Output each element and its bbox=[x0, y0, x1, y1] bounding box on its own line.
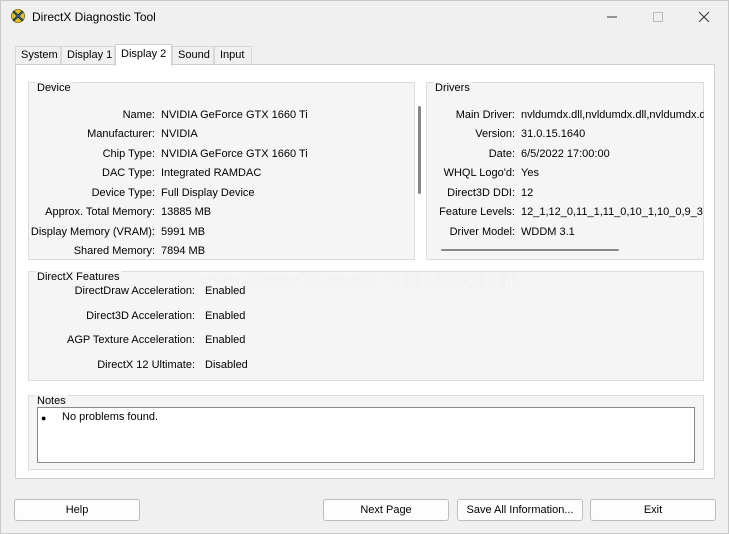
driver-whql-value: Yes bbox=[521, 167, 539, 179]
dxdiag-window: DirectX Diagnostic Tool System Display 1… bbox=[0, 0, 729, 534]
driver-d3d-ddi-label: Direct3D DDI: bbox=[447, 187, 515, 199]
directdraw-acceleration-label: DirectDraw Acceleration: bbox=[74, 285, 195, 297]
driver-whql-label: WHQL Logo'd: bbox=[443, 167, 515, 179]
device-type-label: Device Type: bbox=[91, 187, 155, 199]
device-manufacturer-value: NVIDIA bbox=[161, 128, 198, 140]
device-chip-type-value: NVIDIA GeForce GTX 1660 Ti bbox=[161, 148, 308, 160]
tab-display-2[interactable]: Display 2 bbox=[115, 44, 172, 66]
device-manufacturer-label: Manufacturer: bbox=[87, 128, 155, 140]
directx-12-ultimate-value: Disabled bbox=[205, 359, 248, 371]
close-button[interactable] bbox=[681, 1, 727, 32]
device-chip-type-label: Chip Type: bbox=[102, 148, 155, 160]
bullet-icon: ● bbox=[41, 413, 47, 423]
device-dac-type-value: Integrated RAMDAC bbox=[161, 167, 262, 179]
driver-main-label: Main Driver: bbox=[455, 109, 515, 121]
driver-model-label: Driver Model: bbox=[449, 226, 515, 238]
device-name-label: Name: bbox=[122, 109, 155, 121]
driver-date-label: Date: bbox=[488, 148, 515, 160]
driver-version-value: 31.0.15.1640 bbox=[521, 128, 586, 140]
notes-group-title: Notes bbox=[35, 395, 68, 407]
directx-12-ultimate-label: DirectX 12 Ultimate: bbox=[97, 359, 195, 371]
driver-main-value: nvldumdx.dll,nvldumdx.dll,nvldumdx.dll bbox=[521, 109, 704, 121]
drivers-group-title: Drivers bbox=[433, 82, 472, 94]
next-page-button[interactable]: Next Page bbox=[323, 499, 449, 521]
device-total-memory-label: Approx. Total Memory: bbox=[45, 206, 155, 218]
window-title: DirectX Diagnostic Tool bbox=[32, 10, 156, 24]
minimize-button[interactable] bbox=[589, 1, 635, 32]
driver-date-value: 6/5/2022 17:00:00 bbox=[521, 148, 610, 160]
watermark-text: www.khmer24.com/p7282160508186 bbox=[197, 271, 520, 291]
driver-feature-levels-value: 12_1,12_0,11_1,11_0,10_1,10_0,9_3 bbox=[521, 206, 703, 218]
device-vram-value: 5991 MB bbox=[161, 226, 206, 238]
agp-texture-acceleration-value: Enabled bbox=[205, 334, 246, 346]
device-dac-type-label: DAC Type: bbox=[102, 167, 155, 179]
drivers-group: Drivers Main Driver: nvldumdx.dll,nvldum… bbox=[426, 82, 704, 260]
device-type-value: Full Display Device bbox=[161, 187, 255, 199]
device-group: Device Name: NVIDIA GeForce GTX 1660 Ti … bbox=[28, 82, 421, 260]
save-all-information-button[interactable]: Save All Information... bbox=[457, 499, 583, 521]
minimize-icon bbox=[607, 16, 617, 17]
direct3d-acceleration-label: Direct3D Acceleration: bbox=[86, 310, 195, 322]
note-item: No problems found. bbox=[62, 411, 158, 423]
tab-sound[interactable]: Sound bbox=[172, 46, 214, 64]
device-vram-label: Display Memory (VRAM): bbox=[30, 226, 155, 238]
driver-d3d-ddi-value: 12 bbox=[521, 187, 534, 199]
exit-button[interactable]: Exit bbox=[590, 499, 716, 521]
maximize-icon bbox=[653, 11, 663, 22]
device-name-value: NVIDIA GeForce GTX 1660 Ti bbox=[161, 109, 308, 121]
tab-display-1[interactable]: Display 1 bbox=[61, 46, 115, 64]
notes-textbox[interactable]: ● No problems found. bbox=[37, 407, 695, 463]
directx-icon bbox=[11, 9, 25, 23]
device-shared-memory-value: 7894 MB bbox=[161, 245, 206, 257]
close-icon bbox=[699, 11, 709, 22]
tab-system[interactable]: System bbox=[15, 46, 61, 64]
drivers-horizontal-scrollbar[interactable] bbox=[441, 249, 619, 251]
agp-texture-acceleration-label: AGP Texture Acceleration: bbox=[67, 334, 195, 346]
driver-feature-levels-label: Feature Levels: bbox=[439, 206, 515, 218]
device-group-title: Device bbox=[35, 82, 73, 94]
driver-model-value: WDDM 3.1 bbox=[521, 226, 575, 238]
maximize-button[interactable] bbox=[635, 1, 681, 32]
driver-version-label: Version: bbox=[475, 128, 515, 140]
help-button[interactable]: Help bbox=[14, 499, 140, 521]
tab-input[interactable]: Input bbox=[214, 46, 252, 64]
notes-group: Notes ● No problems found. bbox=[28, 395, 704, 470]
direct3d-acceleration-value: Enabled bbox=[205, 310, 246, 322]
device-shared-memory-label: Shared Memory: bbox=[73, 245, 155, 257]
device-vertical-scrollbar[interactable] bbox=[418, 106, 421, 194]
device-total-memory-value: 13885 MB bbox=[161, 206, 212, 218]
title-bar[interactable]: DirectX Diagnostic Tool bbox=[1, 1, 728, 32]
features-group-title: DirectX Features bbox=[35, 271, 122, 283]
